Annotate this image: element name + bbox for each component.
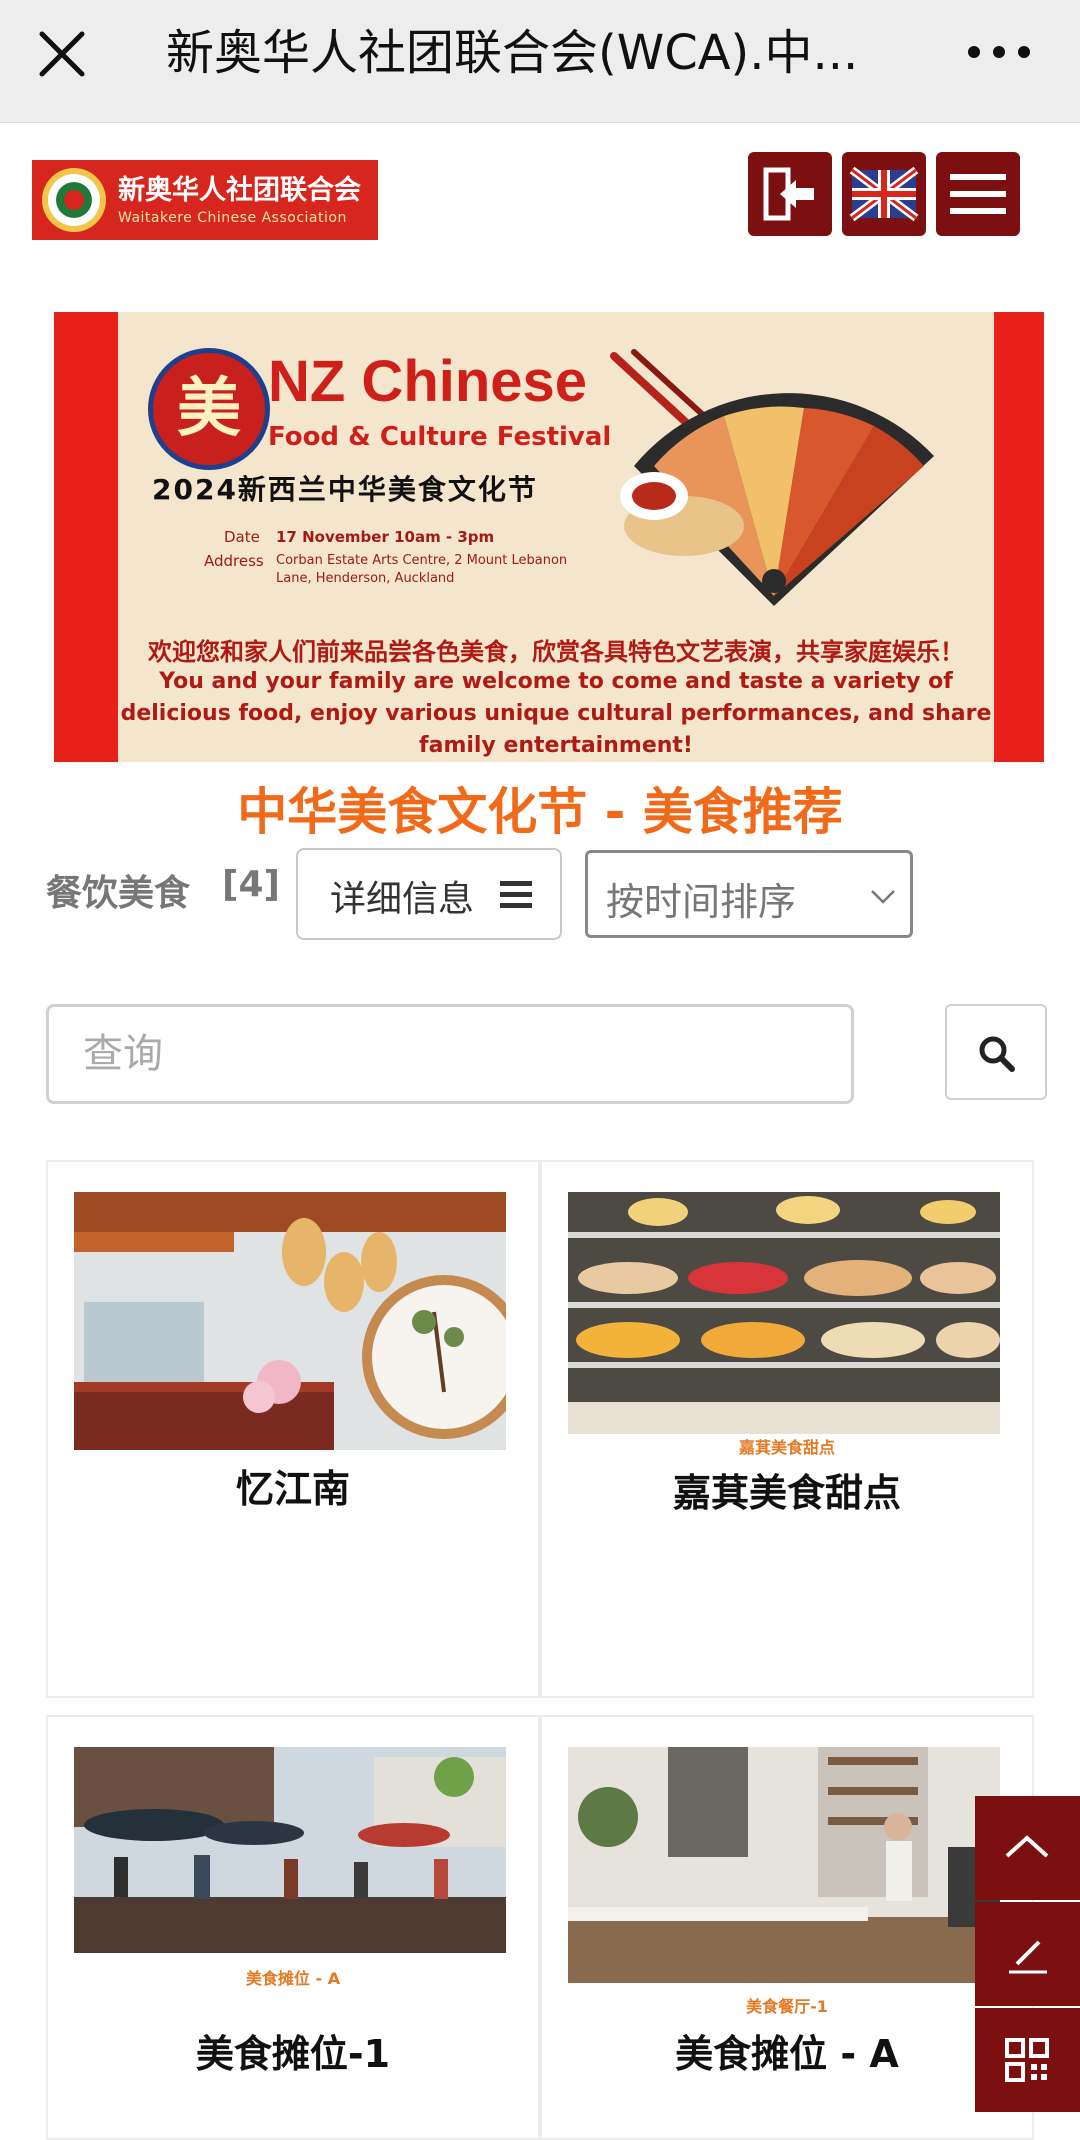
festival-banner[interactable]: 美 NZ Chinese Food & Culture Festival 202… [54,312,1044,762]
banner-edge-left [54,312,118,762]
street-food-stalls-image [74,1747,506,1953]
banner-date-label: Date [224,528,260,546]
language-button[interactable] [842,152,926,236]
food-fan-illustration [610,349,934,606]
card-caption: 美食餐厅-1 [746,1997,828,2016]
badge-character: 美 [177,372,241,446]
card-name: 嘉萁美食甜点 [672,1471,901,1515]
site-logo[interactable]: 新奥华人社团联合会 Waitakere Chinese Association [32,160,378,240]
detail-info-button[interactable]: 详细信息 [296,848,562,940]
logo-name-cn: 新奥华人社团联合会 [118,175,361,206]
food-card[interactable]: 美食餐厅-1 美食摊位 - A [540,1715,1034,2140]
card-caption: 嘉萁美食甜点 [738,1438,835,1457]
food-card[interactable]: 美食摊位 - A 美食摊位-1 [46,1715,540,2140]
chevron-up-icon [1005,1835,1049,1858]
category-count: [4] [222,864,280,905]
wechat-title-bar: 新奥华人社团联合会(WCA).中... [0,0,1080,123]
sort-selected-value: 按时间排序 [606,880,797,924]
page-title: 新奥华人社团联合会(WCA).中... [166,25,859,81]
uk-flag-icon [849,166,919,222]
cafe-interior-image [568,1747,1000,1983]
card-name: 美食摊位 - A [675,2032,899,2076]
banner-edge-right [994,312,1044,762]
banner-address-value: Corban Estate Arts Centre, 2 Mount Leban… [276,553,568,586]
close-icon[interactable] [30,22,94,86]
login-button[interactable] [748,152,832,236]
food-card[interactable]: 嘉萁美食甜点 嘉萁美食甜点 [540,1160,1034,1698]
scroll-top-button[interactable] [975,1796,1080,1900]
chevron-down-icon [871,890,895,904]
association-emblem-icon [42,168,106,232]
menu-button[interactable] [936,152,1020,236]
category-label: 餐饮美食 [46,873,191,914]
sort-select[interactable]: 按时间排序 [585,850,913,938]
card-name: 忆江南 [235,1467,350,1511]
edit-button[interactable] [975,1902,1080,2006]
banner-address-label: Address [204,552,264,570]
banner-title-en: NZ Chinese [268,349,588,414]
section-title: 中华美食文化节 - 美食推荐 [237,783,843,841]
search-button[interactable] [945,1004,1047,1100]
qr-code-button[interactable] [975,2008,1080,2112]
hamburger-menu-icon [950,174,1006,214]
detail-info-label: 详细信息 [330,879,475,920]
banner-message-cn: 欢迎您和家人们前来品尝各色美食，欣赏各具特色文艺表演，共享家庭娱乐！ [148,638,964,666]
search-icon [979,1036,1015,1072]
banner-message-en: You and your family are welcome to come … [120,669,992,758]
banner-subtitle-en: Food & Culture Festival [268,422,612,452]
dessert-display-image [568,1192,1000,1434]
restaurant-interior-image [74,1192,506,1450]
festival-badge-icon: 美 [148,348,270,470]
banner-title-cn: 2024新西兰中华美食文化节 [152,473,538,506]
card-name: 美食摊位-1 [195,2032,391,2076]
edit-icon [1009,1940,1047,1974]
search-input[interactable] [46,1004,854,1104]
list-icon [500,881,532,908]
card-caption: 美食摊位 - A [245,1969,341,1988]
food-card[interactable]: 忆江南 [46,1160,540,1698]
login-icon [763,167,814,221]
qr-code-icon [1005,2038,1049,2082]
logo-name-en: Waitakere Chinese Association [118,210,347,226]
more-dots-icon[interactable] [964,22,1034,82]
banner-date-value: 17 November 10am - 3pm [276,528,495,546]
